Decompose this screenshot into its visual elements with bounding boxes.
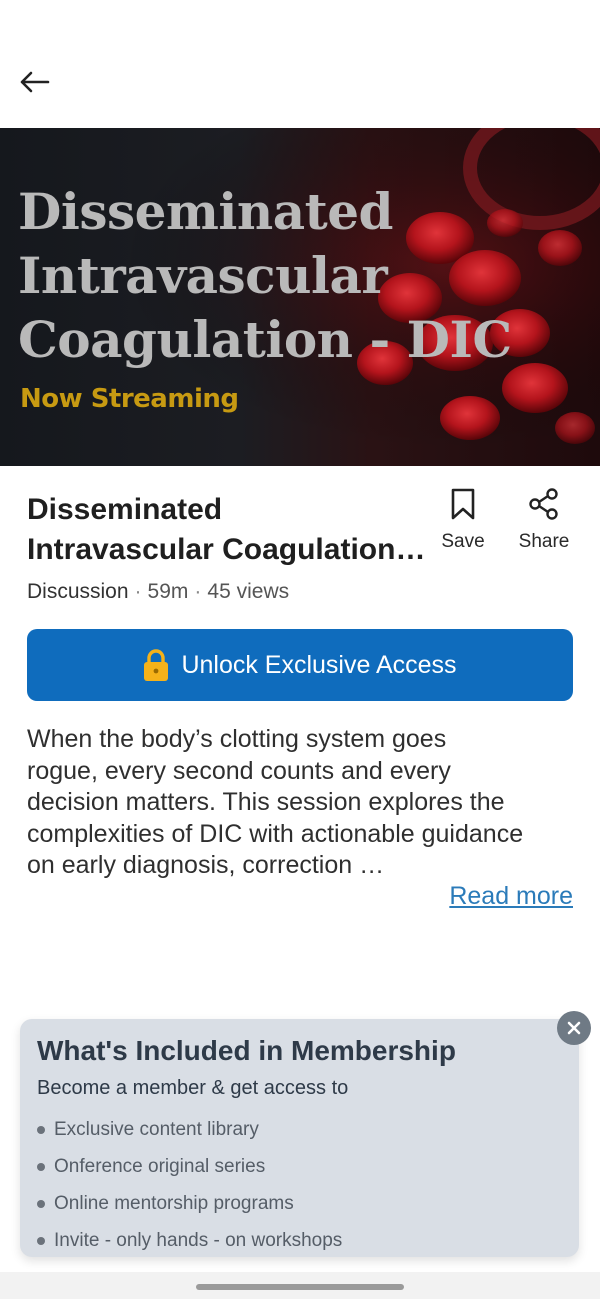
list-item: Onference original series [37,1148,342,1185]
membership-subtitle: Become a member & get access to [37,1077,349,1099]
lock-icon [144,649,169,681]
unlock-label: Unlock Exclusive Access [181,650,457,679]
video-title: Disseminated Intravascular Coagulation -… [27,493,427,566]
share-label: Share [518,531,570,552]
arrow-left-icon [20,71,50,93]
save-label: Save [441,531,485,552]
top-bar [0,0,600,128]
bullet-icon [37,1162,45,1171]
membership-card: What's Included in Membership Become a m… [20,1019,579,1257]
views-label: 45 views [207,580,290,603]
meta-separator: · [194,580,202,603]
membership-title: What's Included in Membership [37,1035,456,1066]
list-item: Exclusive content library [37,1111,342,1148]
meta-separator: · [134,580,142,603]
save-button[interactable]: Save [423,486,503,553]
bullet-icon [37,1236,45,1245]
share-icon [529,488,558,520]
unlock-access-button[interactable]: Unlock Exclusive Access [27,629,573,701]
back-button[interactable] [14,62,54,102]
hero-title: Disseminated Intravascular Coagulation -… [18,182,512,369]
bullet-icon [37,1125,45,1134]
video-meta: Discussion · 59m · 45 views [27,580,289,604]
hero-subtitle: Now Streaming [20,384,239,414]
close-icon [567,1021,581,1035]
list-item: Invite - only hands - on workshops [37,1222,342,1259]
list-item: Online mentorship programs [37,1185,342,1222]
category-label: Discussion [27,580,129,603]
membership-benefits-list: Exclusive content library Onference orig… [37,1111,342,1259]
bookmark-icon [451,488,475,520]
duration-label: 59m [147,580,189,603]
video-description: When the body’s clotting system goes rog… [27,725,524,879]
hero-banner[interactable]: Disseminated Intravascular Coagulation -… [0,128,600,466]
share-button[interactable]: Share [504,486,584,553]
home-indicator[interactable] [196,1284,404,1290]
close-membership-button[interactable] [557,1011,591,1045]
read-more-link[interactable]: Read more [449,882,573,911]
bullet-icon [37,1199,45,1208]
